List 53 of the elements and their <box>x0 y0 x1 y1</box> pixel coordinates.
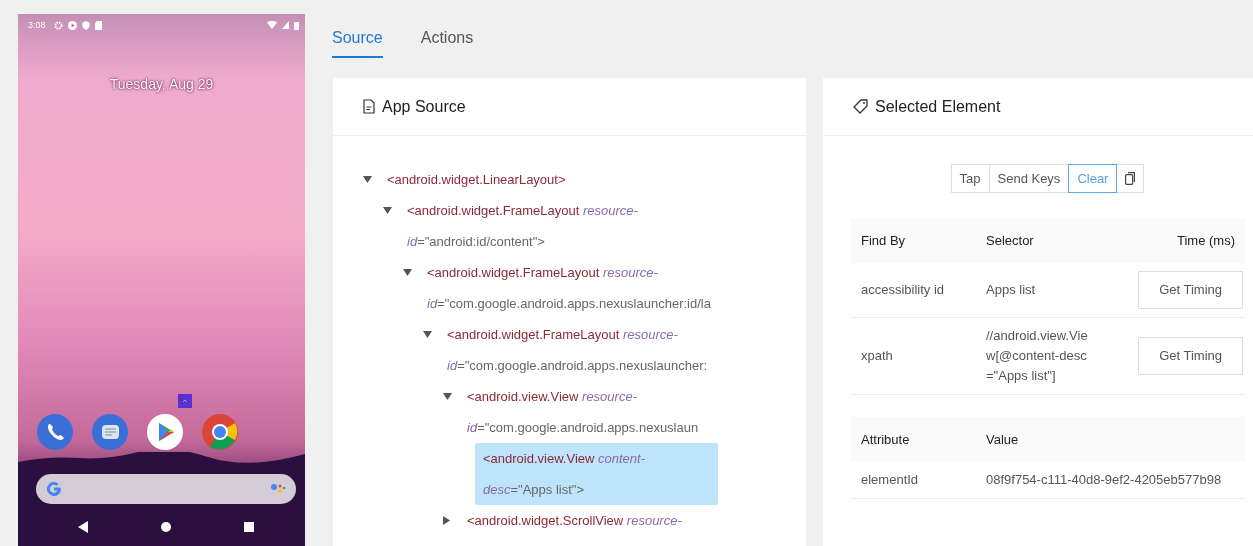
tree-node[interactable]: <android.view.View resource-id="com.google.android.apps.nexuslaun <box>467 381 794 443</box>
table-cell: xpath <box>851 317 976 395</box>
get-timing-button[interactable]: Get Timing <box>1138 271 1243 309</box>
chat-bubble-icon[interactable] <box>92 414 128 450</box>
handset-icon[interactable] <box>37 414 73 450</box>
color-ring-icon[interactable] <box>202 414 238 450</box>
dots-icon[interactable] <box>270 482 286 496</box>
column-header: Value <box>976 417 1245 462</box>
back-icon[interactable] <box>78 521 88 533</box>
tree-node[interactable]: <android.widget.FrameLayout resource-id="com.google.android.apps.nexuslauncher:id/la <box>427 257 767 319</box>
panel-title: Selected Element <box>875 97 1001 116</box>
column-header: Time (ms) <box>1101 218 1245 263</box>
table-cell: //android.view.View[@content-desc="Apps list"] <box>976 317 1101 395</box>
play-circle-icon <box>67 20 77 30</box>
wifi-icon <box>267 21 277 29</box>
tree-node[interactable]: <android.view.View content-desc="Apps list"> <box>475 443 718 505</box>
caret-down-icon[interactable] <box>383 207 392 214</box>
document-icon <box>363 99 375 114</box>
caret-down-icon[interactable] <box>363 176 372 183</box>
get-timing-button[interactable]: Get Timing <box>1138 337 1243 375</box>
tree-node[interactable]: <android.widget.FrameLayout resource-id="com.google.android.apps.nexuslauncher: <box>447 319 787 381</box>
home-icon[interactable] <box>161 522 171 532</box>
action-button[interactable]: Tap <box>950 164 990 193</box>
signal-icon <box>282 21 289 29</box>
table-cell: elementId <box>851 462 976 499</box>
tab[interactable]: Source <box>332 0 383 58</box>
action-button[interactable]: Send Keys <box>988 164 1070 193</box>
search-bar[interactable] <box>36 474 296 504</box>
caret-down-icon[interactable] <box>443 393 452 400</box>
tree-node[interactable]: <android.widget.LinearLayout> <box>387 164 727 195</box>
caret-down-icon[interactable] <box>423 331 432 338</box>
shield-icon <box>81 20 90 30</box>
tag-icon <box>853 99 868 114</box>
caret-right-icon[interactable] <box>443 516 450 525</box>
caret-down-icon[interactable] <box>403 269 412 276</box>
gear-icon <box>53 20 63 30</box>
copy-button[interactable] <box>1116 164 1145 193</box>
tree-node[interactable]: <android.widget.ScrollView resource- <box>467 505 794 536</box>
column-header: Find By <box>851 218 976 263</box>
column-header: Selector <box>976 218 1101 263</box>
copy-icon <box>1125 172 1136 185</box>
tab[interactable]: Actions <box>420 0 474 58</box>
tree-node[interactable]: <android.widget.FrameLayout resource-id="android:id/content"> <box>407 195 747 257</box>
sd-card-icon <box>94 20 102 30</box>
panel-title: App Source <box>382 97 466 116</box>
column-header: Attribute <box>851 417 976 462</box>
table-cell: Apps list <box>976 263 1101 318</box>
g-logo-icon <box>46 481 62 497</box>
table-cell: 08f9f754-c111-40d8-9ef2-4205eb577b98 <box>976 462 1245 499</box>
status-time: 3:08 <box>28 20 46 30</box>
battery-icon <box>294 20 299 30</box>
table-cell: accessibility id <box>851 263 976 318</box>
date-text: Tuesday, Aug 29 <box>108 76 215 92</box>
